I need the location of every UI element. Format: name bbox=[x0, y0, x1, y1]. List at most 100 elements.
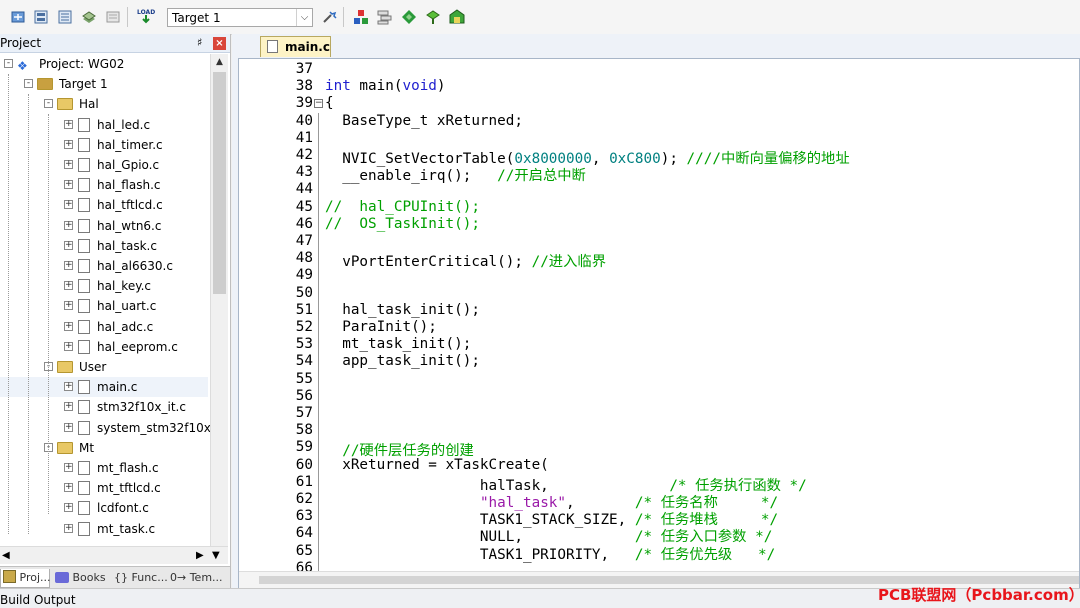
scroll-thumb[interactable] bbox=[213, 72, 226, 294]
tree-root-item[interactable]: - Target 1 bbox=[0, 74, 208, 94]
tree-root-item[interactable]: - ❖ Project: WG02 bbox=[0, 54, 208, 74]
expand-icon[interactable]: + bbox=[64, 220, 73, 230]
tab-functions[interactable]: {} Func... bbox=[114, 569, 168, 587]
expand-icon[interactable]: + bbox=[64, 240, 73, 250]
tab-books[interactable]: Books bbox=[55, 569, 106, 587]
line-number: 50 bbox=[295, 284, 313, 301]
expand-icon[interactable]: + bbox=[64, 483, 73, 493]
manage-components-icon[interactable] bbox=[353, 9, 369, 25]
tree-file-item[interactable]: + hal_wtn6.c bbox=[0, 216, 208, 236]
expand-icon[interactable]: + bbox=[64, 139, 73, 149]
tree-file-item[interactable]: + hal_tftlcd.c bbox=[0, 195, 208, 215]
tree-file-item[interactable]: + system_stm32f10x.c bbox=[0, 418, 210, 438]
code-line[interactable]: hal_task_init(); bbox=[325, 302, 480, 318]
tree-item-label: Mt bbox=[79, 440, 95, 455]
tree-file-item[interactable]: + hal_task.c bbox=[0, 236, 208, 256]
tree-file-item[interactable]: + hal_eeprom.c bbox=[0, 337, 208, 357]
code-line[interactable]: ParaInit(); bbox=[325, 319, 437, 335]
tab-main-c[interactable]: main.c bbox=[260, 36, 331, 57]
code-line[interactable]: BaseType_t xReturned; bbox=[325, 113, 523, 129]
batch-build-icon[interactable] bbox=[81, 9, 97, 25]
code-line[interactable]: mt_task_init(); bbox=[325, 336, 471, 352]
tree-guide-line bbox=[28, 94, 29, 534]
tab-main-c-label: main.c bbox=[285, 40, 330, 54]
expand-icon[interactable]: + bbox=[64, 281, 73, 291]
code-line[interactable]: __enable_irq(); //开启总中断 bbox=[325, 164, 586, 185]
tree-file-label: hal_wtn6.c bbox=[97, 218, 162, 233]
code-line[interactable]: app_task_init(); bbox=[325, 353, 480, 369]
tree-file-item[interactable]: + mt_tftlcd.c bbox=[0, 478, 208, 498]
project-tree-hscrollbar[interactable]: ◀ ▶ ▼ bbox=[0, 546, 228, 564]
tree-file-item[interactable]: + hal_Gpio.c bbox=[0, 155, 208, 175]
collapse-icon[interactable]: - bbox=[44, 99, 53, 109]
tree-file-label: hal_Gpio.c bbox=[97, 158, 160, 172]
close-icon[interactable]: × bbox=[213, 37, 226, 50]
expand-icon[interactable]: + bbox=[64, 382, 73, 392]
code-editor[interactable]: 37 38 39 40 41 42 43 44 45 46 47 48 49 50 51 52 53 54 55 56… bbox=[238, 58, 1080, 588]
chevron-down-icon[interactable]: ⌵ bbox=[296, 9, 312, 26]
code-line[interactable]: TASK1_PRIORITY, /* 任务优先级 */ bbox=[325, 543, 775, 564]
collapse-icon[interactable]: - bbox=[4, 59, 13, 68]
collapse-icon[interactable]: - bbox=[24, 79, 33, 89]
code-line[interactable]: // OS_TaskInit(); bbox=[325, 216, 480, 232]
code-line[interactable]: { bbox=[325, 95, 334, 111]
tree-file-item[interactable]: + hal_key.c bbox=[0, 276, 208, 296]
expand-icon[interactable]: + bbox=[64, 160, 73, 169]
tree-group-item[interactable]: - User bbox=[0, 357, 208, 377]
line-number: 60 bbox=[295, 456, 313, 473]
tree-group-item[interactable]: - Hal bbox=[0, 94, 208, 114]
expand-icon[interactable]: + bbox=[64, 119, 73, 129]
tree-group-item[interactable]: - Mt bbox=[0, 438, 208, 458]
tree-file-item[interactable]: + hal_uart.c bbox=[0, 296, 208, 316]
expand-icon[interactable]: + bbox=[64, 200, 73, 210]
scroll-left-icon[interactable]: ◀ bbox=[2, 547, 10, 564]
tree-file-item[interactable]: + mt_task.c bbox=[0, 519, 208, 539]
build-icon[interactable] bbox=[33, 9, 49, 25]
code-line[interactable]: // hal_CPUInit(); bbox=[325, 199, 480, 215]
tree-file-item[interactable]: + hal_al6630.c bbox=[0, 256, 208, 276]
tree-file-item[interactable]: + hal_timer.c bbox=[0, 135, 208, 155]
expand-icon[interactable]: + bbox=[64, 523, 73, 533]
tree-file-item[interactable]: + stm32f10x_it.c bbox=[0, 397, 208, 417]
scroll-right-icon[interactable]: ▶ bbox=[196, 547, 204, 564]
code-line[interactable]: vPortEnterCritical(); //进入临界 bbox=[325, 250, 606, 271]
scroll-up-icon[interactable]: ▲ bbox=[211, 54, 228, 71]
stop-build-icon[interactable] bbox=[105, 9, 121, 25]
tree-file-item[interactable]: + hal_led.c bbox=[0, 115, 208, 135]
expand-icon[interactable]: + bbox=[64, 261, 73, 270]
expand-icon[interactable]: + bbox=[64, 301, 73, 311]
scroll-down-icon[interactable]: ▼ bbox=[212, 547, 220, 564]
rebuild-icon[interactable] bbox=[57, 9, 73, 25]
target-options-icon[interactable] bbox=[321, 9, 337, 25]
tree-file-item[interactable]: + hal_flash.c bbox=[0, 175, 208, 195]
tab-templates[interactable]: 0→ Tem... bbox=[170, 569, 223, 587]
run-time-env-icon[interactable] bbox=[449, 9, 465, 25]
tree-file-item[interactable]: + mt_flash.c bbox=[0, 458, 208, 478]
build-toolbar: LOAD Target 1 ⌵ bbox=[0, 0, 1080, 35]
tab-project[interactable]: Proj... bbox=[0, 569, 51, 588]
expand-icon[interactable]: + bbox=[64, 180, 73, 190]
manage-env-icon[interactable] bbox=[377, 9, 393, 25]
expand-icon[interactable]: + bbox=[64, 341, 73, 351]
pin-icon[interactable]: ♯ bbox=[197, 36, 202, 49]
expand-icon[interactable]: + bbox=[64, 321, 73, 331]
download-icon[interactable]: LOAD bbox=[136, 7, 156, 25]
target-select[interactable]: Target 1 ⌵ bbox=[167, 8, 313, 27]
expand-icon[interactable]: + bbox=[64, 422, 73, 432]
tree-file-label: mt_tftlcd.c bbox=[97, 481, 161, 496]
code-line[interactable]: xReturned = xTaskCreate( bbox=[325, 457, 549, 473]
project-tree-scrollbar[interactable]: ▲ bbox=[210, 54, 228, 546]
expand-icon[interactable]: + bbox=[64, 402, 73, 412]
expand-icon[interactable]: + bbox=[64, 463, 73, 472]
select-pack-icon[interactable] bbox=[425, 9, 441, 25]
expand-icon[interactable]: + bbox=[64, 503, 73, 513]
pack-installer-icon[interactable] bbox=[401, 9, 417, 25]
tree-file-item[interactable]: + main.c bbox=[0, 377, 208, 398]
tree-file-item[interactable]: + hal_adc.c bbox=[0, 317, 208, 337]
translate-icon[interactable] bbox=[10, 9, 26, 25]
line-number: 62 bbox=[295, 491, 313, 507]
fold-collapse-icon[interactable]: − bbox=[314, 99, 323, 109]
code-line[interactable]: int main(void) bbox=[325, 78, 446, 94]
scroll-thumb[interactable] bbox=[259, 576, 1079, 584]
tree-file-item[interactable]: + lcdfont.c bbox=[0, 498, 208, 518]
